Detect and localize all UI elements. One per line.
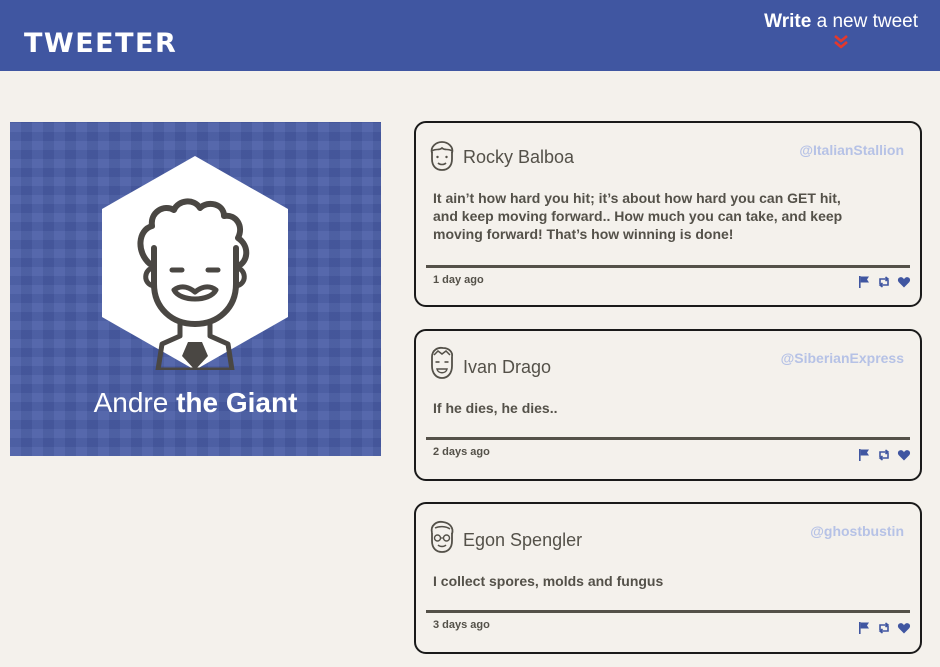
tweet-timestamp: 2 days ago [433, 446, 490, 458]
write-new-tweet-button[interactable]: Write a new tweet [764, 11, 918, 55]
tweet-text: I collect spores, molds and fungus [433, 573, 664, 589]
flag-icon[interactable] [857, 621, 871, 635]
tweet-text: It ain’t how hard you hit; it’s about ho… [433, 190, 843, 242]
compose-label-strong: Write [764, 11, 812, 32]
brand-logo[interactable]: TWEETER [24, 28, 177, 59]
heart-icon[interactable] [897, 621, 911, 635]
tweet-actions [857, 621, 911, 635]
user-avatar-icon [426, 139, 458, 173]
tweet-author-name: Egon Spengler [463, 530, 583, 550]
tweet-card: Egon Spengler @ghostbustin I collect spo… [414, 502, 922, 654]
tweet-author-name: Ivan Drago [463, 357, 552, 377]
heart-icon[interactable] [897, 275, 911, 289]
tweet-card: Rocky Balboa @ItalianStallion It ain’t h… [414, 121, 922, 307]
heart-icon[interactable] [897, 448, 911, 462]
tweet-text: If he dies, he dies.. [433, 400, 558, 416]
tweet-divider [426, 610, 910, 613]
tweet-actions [857, 448, 911, 462]
tweet-timestamp: 3 days ago [433, 619, 490, 631]
tweet-author-name: Rocky Balboa [463, 147, 575, 167]
profile-avatar [102, 156, 288, 373]
retweet-icon[interactable] [877, 621, 891, 635]
profile-card: Andre the Giant [10, 122, 381, 456]
profile-name: Andre the Giant [10, 387, 381, 419]
compose-label: Write a new tweet [764, 11, 918, 33]
retweet-icon[interactable] [877, 448, 891, 462]
tweet-divider [426, 437, 910, 440]
tweet-author-handle: @SiberianExpress [780, 350, 904, 366]
tweet-divider [426, 265, 910, 268]
tweet-timestamp: 1 day ago [433, 274, 484, 286]
retweet-icon[interactable] [877, 275, 891, 289]
tweet-author-handle: @ghostbustin [810, 523, 904, 539]
flag-icon[interactable] [857, 275, 871, 289]
compose-label-rest: a new tweet [811, 11, 918, 32]
user-avatar-icon [426, 345, 458, 379]
profile-first-name: Andre [93, 387, 169, 418]
profile-last-name: the Giant [176, 387, 298, 418]
flag-icon[interactable] [857, 448, 871, 462]
tweet-card: Ivan Drago @SiberianExpress If he dies, … [414, 329, 922, 481]
top-nav: TWEETER Write a new tweet [0, 0, 940, 71]
tweet-actions [857, 275, 911, 289]
double-chevron-down-icon[interactable] [833, 34, 849, 55]
tweet-author-handle: @ItalianStallion [799, 142, 904, 158]
user-avatar-icon [426, 519, 458, 553]
